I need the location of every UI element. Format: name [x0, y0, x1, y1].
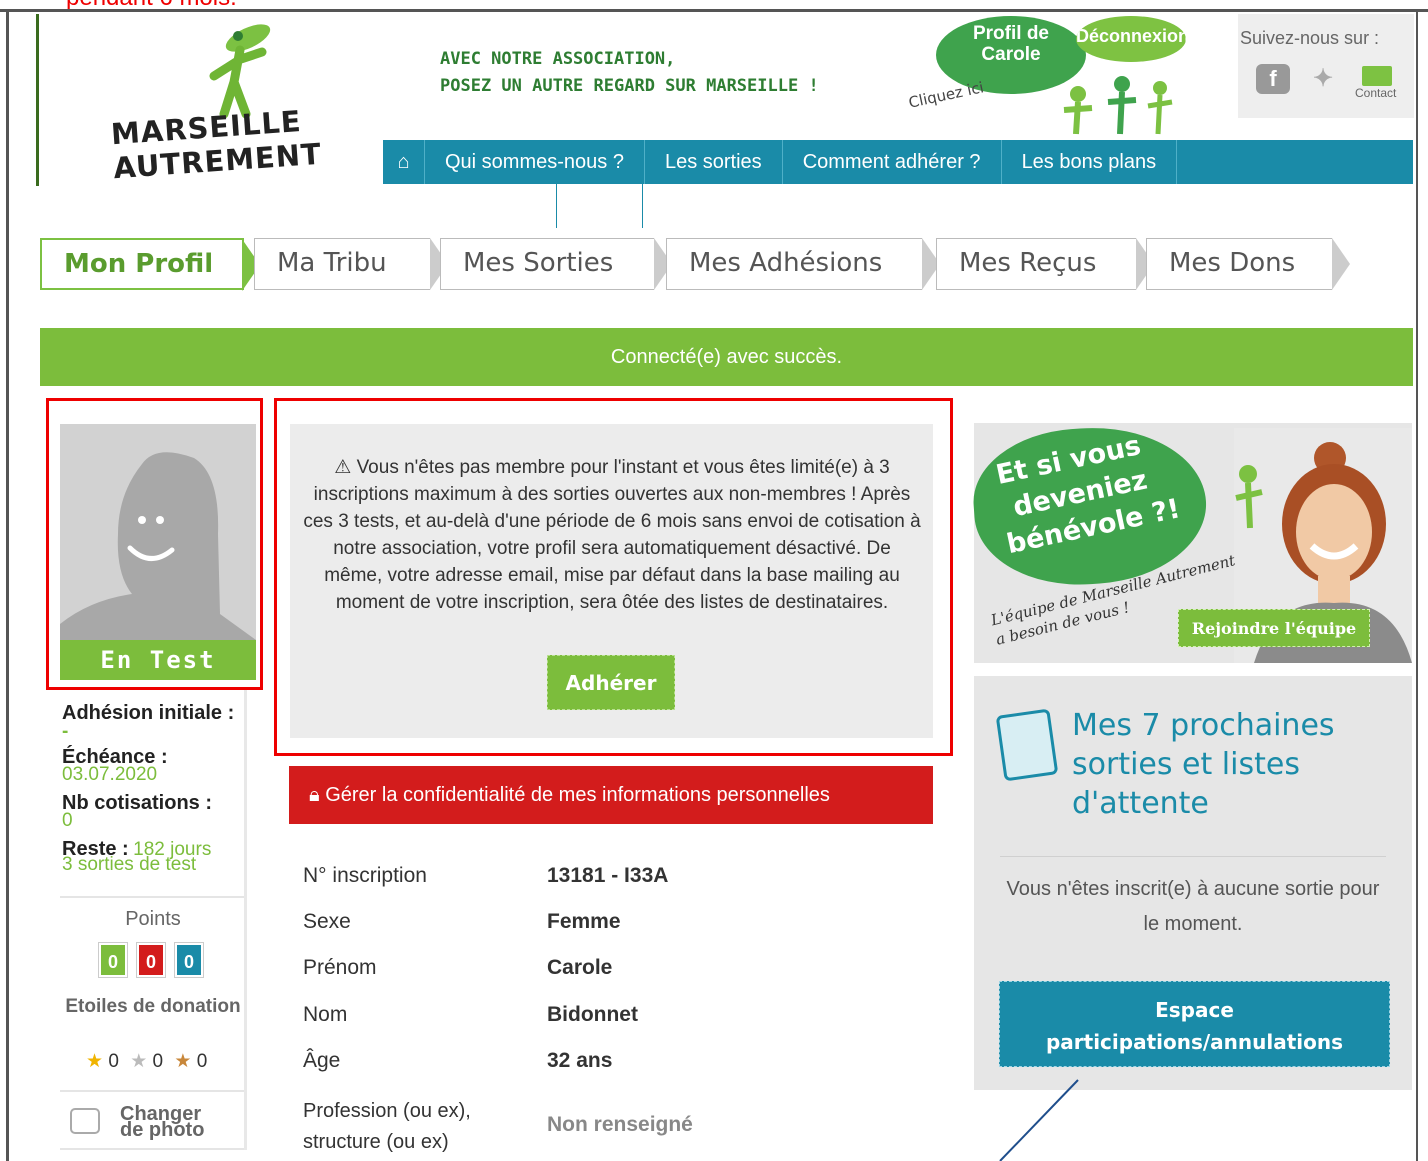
privacy-settings-button[interactable]: 🔒︎ Gérer la confidentialité de mes infor… [289, 766, 933, 824]
adhesion-label: Adhésion initiale : - [62, 702, 242, 742]
tab-mon-profil[interactable]: Mon Profil [40, 238, 260, 291]
divider [1000, 856, 1386, 857]
participations-button-line-1: Espace [1155, 998, 1234, 1022]
adhesion-value: - [62, 721, 69, 742]
logo-mascot-icon [209, 24, 271, 118]
annotation-box-notice [274, 398, 953, 756]
profession-label: Profession (ou ex), structure (ou ex) [303, 1096, 471, 1158]
divider [60, 1148, 244, 1150]
cotisations-value: 0 [62, 810, 73, 831]
nav-item-outings[interactable]: Les sorties [645, 140, 783, 184]
upcoming-outings-title: Mes 7 prochaines sorties et listes d'att… [1072, 706, 1335, 823]
annotation-arrow-line [999, 1079, 1079, 1161]
detail-label: Âge [303, 1049, 341, 1072]
main-nav: ⌂ Qui sommes-nous ? Les sorties Comment … [383, 140, 1413, 184]
upcoming-title-line-3: d'attente [1072, 786, 1209, 821]
adhesion-label-text: Adhésion initiale : [62, 702, 235, 724]
points-badge-blue: 0 [174, 942, 204, 978]
tab-mes-adhesions[interactable]: Mes Adhésions [666, 238, 940, 290]
camera-icon[interactable] [70, 1108, 100, 1134]
change-photo-link[interactable]: Changer de photo [120, 1104, 205, 1141]
detail-label: Prénom [303, 956, 377, 979]
silver-star-count: 0 [152, 1051, 164, 1072]
profile-bubble-line-1: Profil de [972, 23, 1049, 44]
slogan-line-2: POSEZ UN AUTRE REGARD SUR MARSEILLE ! [440, 76, 819, 96]
detail-value: 32 ans [547, 1049, 613, 1072]
cotisations-label: Nb cotisations : [62, 792, 213, 814]
reste-tests: 3 sorties de test [62, 854, 197, 875]
silver-star-icon: ★ [130, 1051, 148, 1072]
donation-stars-row: ★ 0 ★ 0 ★ 0 [86, 1050, 207, 1073]
change-photo-line-2: de photo [120, 1119, 205, 1141]
detail-value: 13181 - I33A [547, 864, 669, 887]
profile-bubble-line-2: Carole [981, 44, 1041, 65]
detail-value: Femme [547, 910, 621, 933]
profession-label-line-1: Profession (ou ex), [303, 1100, 471, 1122]
nav-item-join[interactable]: Comment adhérer ? [783, 140, 1002, 184]
slogan-line-1: AVEC NOTRE ASSOCIATION, [440, 49, 676, 69]
bronze-star-count: 0 [196, 1051, 208, 1072]
detail-label: N° inscription [303, 864, 427, 887]
donation-stars-title: Etoiles de donation [65, 996, 241, 1017]
facebook-icon[interactable]: f [1256, 64, 1290, 94]
lock-icon: 🔒︎ [309, 784, 326, 806]
gold-star-icon: ★ [86, 1051, 104, 1072]
frame-top [0, 9, 1428, 12]
contact-label[interactable]: Contact [1355, 86, 1396, 100]
divider [60, 1090, 244, 1092]
click-here-hint: Cliquez ici [906, 78, 986, 112]
participations-button-line-2: participations/annulations [1045, 1030, 1344, 1054]
nav-item-deals[interactable]: Les bons plans [1002, 140, 1178, 184]
nav-item-about[interactable]: Qui sommes-nous ? [425, 140, 645, 184]
detail-value: Bidonnet [547, 1003, 638, 1026]
join-team-button[interactable]: Rejoindre l'équipe [1178, 609, 1370, 647]
tab-ma-tribu[interactable]: Ma Tribu [254, 238, 448, 290]
mail-icon[interactable] [1362, 66, 1392, 86]
tab-mes-sorties[interactable]: Mes Sorties [440, 238, 672, 290]
points-badge-red: 0 [136, 942, 166, 978]
profession-value: Non renseigné [547, 1113, 693, 1136]
mascots-icon [1063, 76, 1173, 135]
frame-left [6, 9, 9, 1161]
profession-label-line-2: structure (ou ex) [303, 1131, 449, 1153]
tab-mes-recus[interactable]: Mes Reçus [936, 238, 1154, 290]
follow-us-label: Suivez-nous sur : [1240, 28, 1380, 48]
gold-star-count: 0 [108, 1051, 119, 1072]
detail-label: Nom [303, 1003, 348, 1026]
page-edge [36, 14, 39, 186]
home-icon[interactable]: ⌂ [383, 140, 425, 184]
twitter-icon[interactable]: ✦ [1306, 64, 1340, 94]
detail-value: Carole [547, 956, 613, 979]
no-outings-message: Vous n'êtes inscrit(e) à aucune sortie p… [1006, 878, 1380, 935]
success-banner: Connecté(e) avec succès. [40, 328, 1413, 386]
nav-divider [642, 184, 643, 228]
frame-right [1416, 9, 1418, 1161]
tab-mes-dons[interactable]: Mes Dons [1146, 238, 1350, 290]
echeance-value: 03.07.2020 [62, 764, 158, 785]
upcoming-title-line-1: Mes 7 prochaines [1072, 708, 1335, 743]
privacy-button-label: Gérer la confidentialité de mes informat… [325, 784, 830, 806]
bronze-star-icon: ★ [174, 1051, 192, 1072]
notebook-icon [995, 708, 1059, 782]
logout-button[interactable]: Déconnexion [1076, 16, 1186, 62]
points-title: Points [125, 908, 181, 930]
slogan: AVEC NOTRE ASSOCIATION, POSEZ UN AUTRE R… [440, 46, 819, 100]
logo-text[interactable]: MARSEILLE AUTREMENT [110, 103, 323, 185]
detail-label: Sexe [303, 910, 351, 933]
nav-divider [556, 184, 557, 228]
upcoming-title-line-2: sorties et listes [1072, 747, 1300, 782]
divider [60, 896, 244, 898]
participations-space-button[interactable]: Espace participations/annulations [999, 981, 1390, 1067]
points-badge-green: 0 [98, 942, 128, 978]
annotation-box-avatar [46, 398, 263, 690]
